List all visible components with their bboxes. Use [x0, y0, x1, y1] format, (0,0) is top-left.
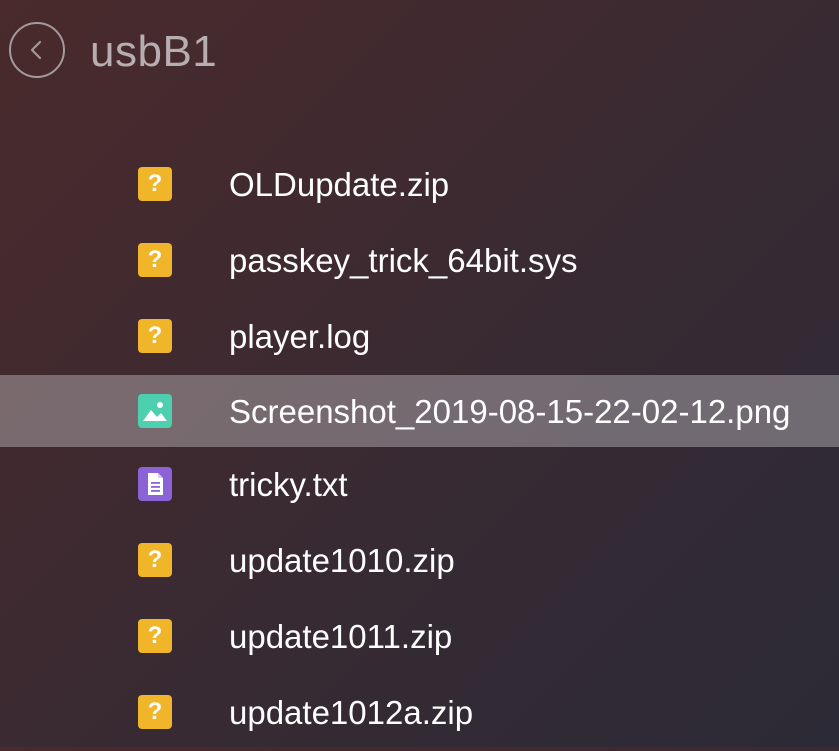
text-file-icon — [138, 467, 172, 501]
file-name: Screenshot_2019-08-15-22-02-12.png — [229, 393, 791, 430]
file-name: OLDupdate.zip — [229, 166, 450, 203]
back-button[interactable] — [9, 22, 65, 78]
file-name: passkey_trick_64bit.sys — [229, 242, 578, 279]
file-row-update1010-zip[interactable]: ? update1010.zip — [0, 523, 839, 599]
text-file-icon-graphic — [148, 473, 163, 495]
file-row-tricky-txt[interactable]: tricky.txt — [0, 447, 839, 523]
unknown-file-icon: ? — [138, 695, 172, 729]
file-name: player.log — [229, 318, 371, 355]
file-list: ? OLDupdate.zip ? passkey_trick_64bit.sy… — [0, 147, 839, 751]
image-file-icon-graphic — [143, 402, 167, 421]
image-file-icon — [138, 394, 172, 428]
unknown-file-icon: ? — [138, 167, 172, 201]
file-name: update1012a.zip — [229, 694, 474, 731]
file-name: update1011.zip — [229, 618, 453, 655]
folder-title: usbB1 — [90, 27, 218, 76]
header: usbB1 — [0, 0, 839, 110]
unknown-file-icon: ? — [138, 243, 172, 277]
file-name: update1010.zip — [229, 542, 455, 579]
file-row-player-log[interactable]: ? player.log — [0, 299, 839, 375]
file-row-passkey-trick-sys[interactable]: ? passkey_trick_64bit.sys — [0, 223, 839, 299]
file-name: tricky.txt — [229, 466, 348, 503]
chevron-left-icon — [30, 40, 42, 60]
file-row-screenshot-png[interactable]: Screenshot_2019-08-15-22-02-12.png — [0, 375, 839, 447]
unknown-file-icon: ? — [138, 543, 172, 577]
file-row-oldupdate-zip[interactable]: ? OLDupdate.zip — [0, 147, 839, 223]
unknown-file-icon: ? — [138, 619, 172, 653]
file-row-update1011-zip[interactable]: ? update1011.zip — [0, 599, 839, 675]
unknown-file-icon: ? — [138, 319, 172, 353]
file-row-update1012a-zip[interactable]: ? update1012a.zip — [0, 675, 839, 751]
